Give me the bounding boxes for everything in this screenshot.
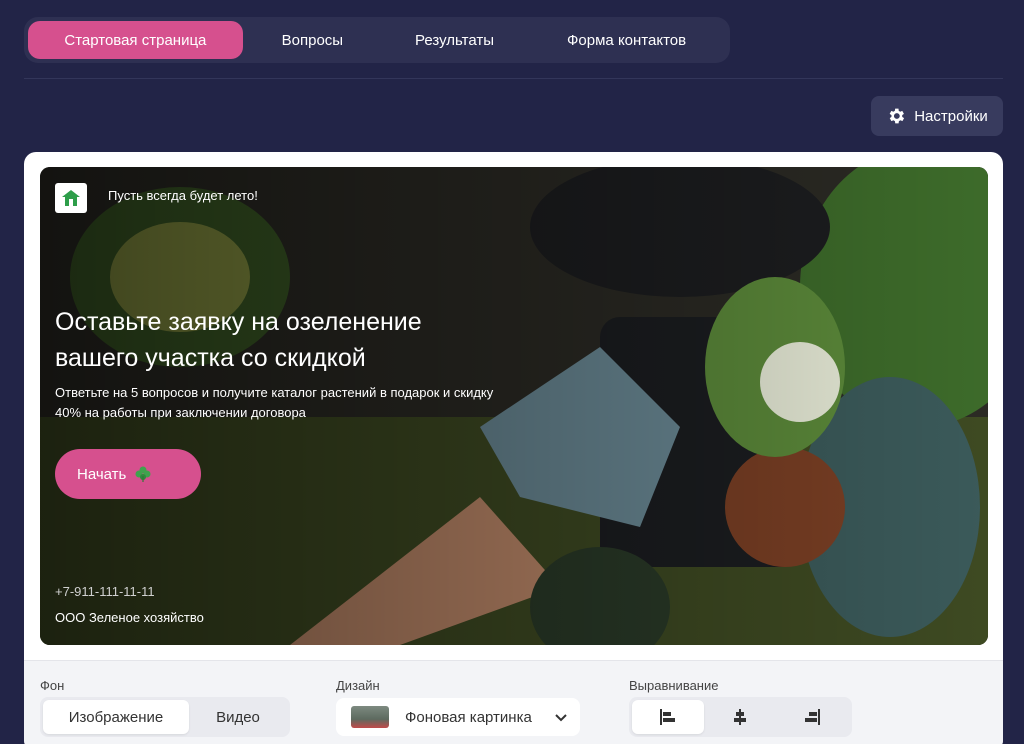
- tab-start-page[interactable]: Стартовая страница: [28, 21, 243, 59]
- hero-preview: Пусть всегда будет лето! Оставьте заявку…: [40, 167, 988, 645]
- settings-label: Настройки: [914, 107, 988, 125]
- house-leaf-icon: [62, 190, 80, 206]
- align-switch: [629, 697, 852, 737]
- clover-icon: [135, 466, 151, 482]
- align-left-icon: [660, 709, 675, 725]
- design-label: Дизайн: [336, 678, 380, 693]
- align-label: Выравнивание: [629, 678, 719, 693]
- background-switch: Изображение Видео: [40, 697, 290, 737]
- tab-contact-form[interactable]: Форма контактов: [527, 21, 726, 59]
- hero-subtext: Ответьте на 5 вопросов и получите катало…: [55, 385, 494, 420]
- background-video-option[interactable]: Видео: [189, 700, 287, 734]
- hero-headline: Оставьте заявку на озеленение вашего уча…: [55, 308, 422, 372]
- hero-phone: +7-911-111-11-11: [55, 584, 155, 599]
- tab-results[interactable]: Результаты: [382, 21, 527, 59]
- align-left-button[interactable]: [632, 700, 704, 734]
- settings-button[interactable]: Настройки: [871, 96, 1003, 136]
- company-logo: [55, 183, 87, 213]
- align-center-icon: [734, 709, 746, 725]
- top-nav: Стартовая страница Вопросы Результаты Фо…: [24, 17, 730, 63]
- start-button-label: Начать: [77, 465, 127, 483]
- background-label: Фон: [40, 678, 65, 693]
- background-image-option[interactable]: Изображение: [43, 700, 189, 734]
- align-center-button[interactable]: [704, 700, 776, 734]
- gear-icon: [889, 108, 905, 124]
- align-right-icon: [805, 709, 820, 725]
- start-button[interactable]: Начать: [55, 449, 201, 499]
- preview-card: Пусть всегда будет лето! Оставьте заявку…: [24, 152, 1003, 744]
- style-panel: Фон Изображение Видео Дизайн Фоновая кар…: [24, 660, 1003, 744]
- design-thumbnail: [351, 706, 389, 728]
- hero-tagline: Пусть всегда будет лето!: [108, 188, 258, 203]
- header-divider: [24, 78, 1003, 79]
- design-value: Фоновая картинка: [405, 708, 532, 726]
- design-select[interactable]: Фоновая картинка: [336, 698, 580, 736]
- chevron-down-icon: [555, 714, 567, 722]
- align-right-button[interactable]: [776, 700, 848, 734]
- hero-company: ООО Зеленое хозяйство: [55, 610, 204, 625]
- tab-questions[interactable]: Вопросы: [243, 21, 382, 59]
